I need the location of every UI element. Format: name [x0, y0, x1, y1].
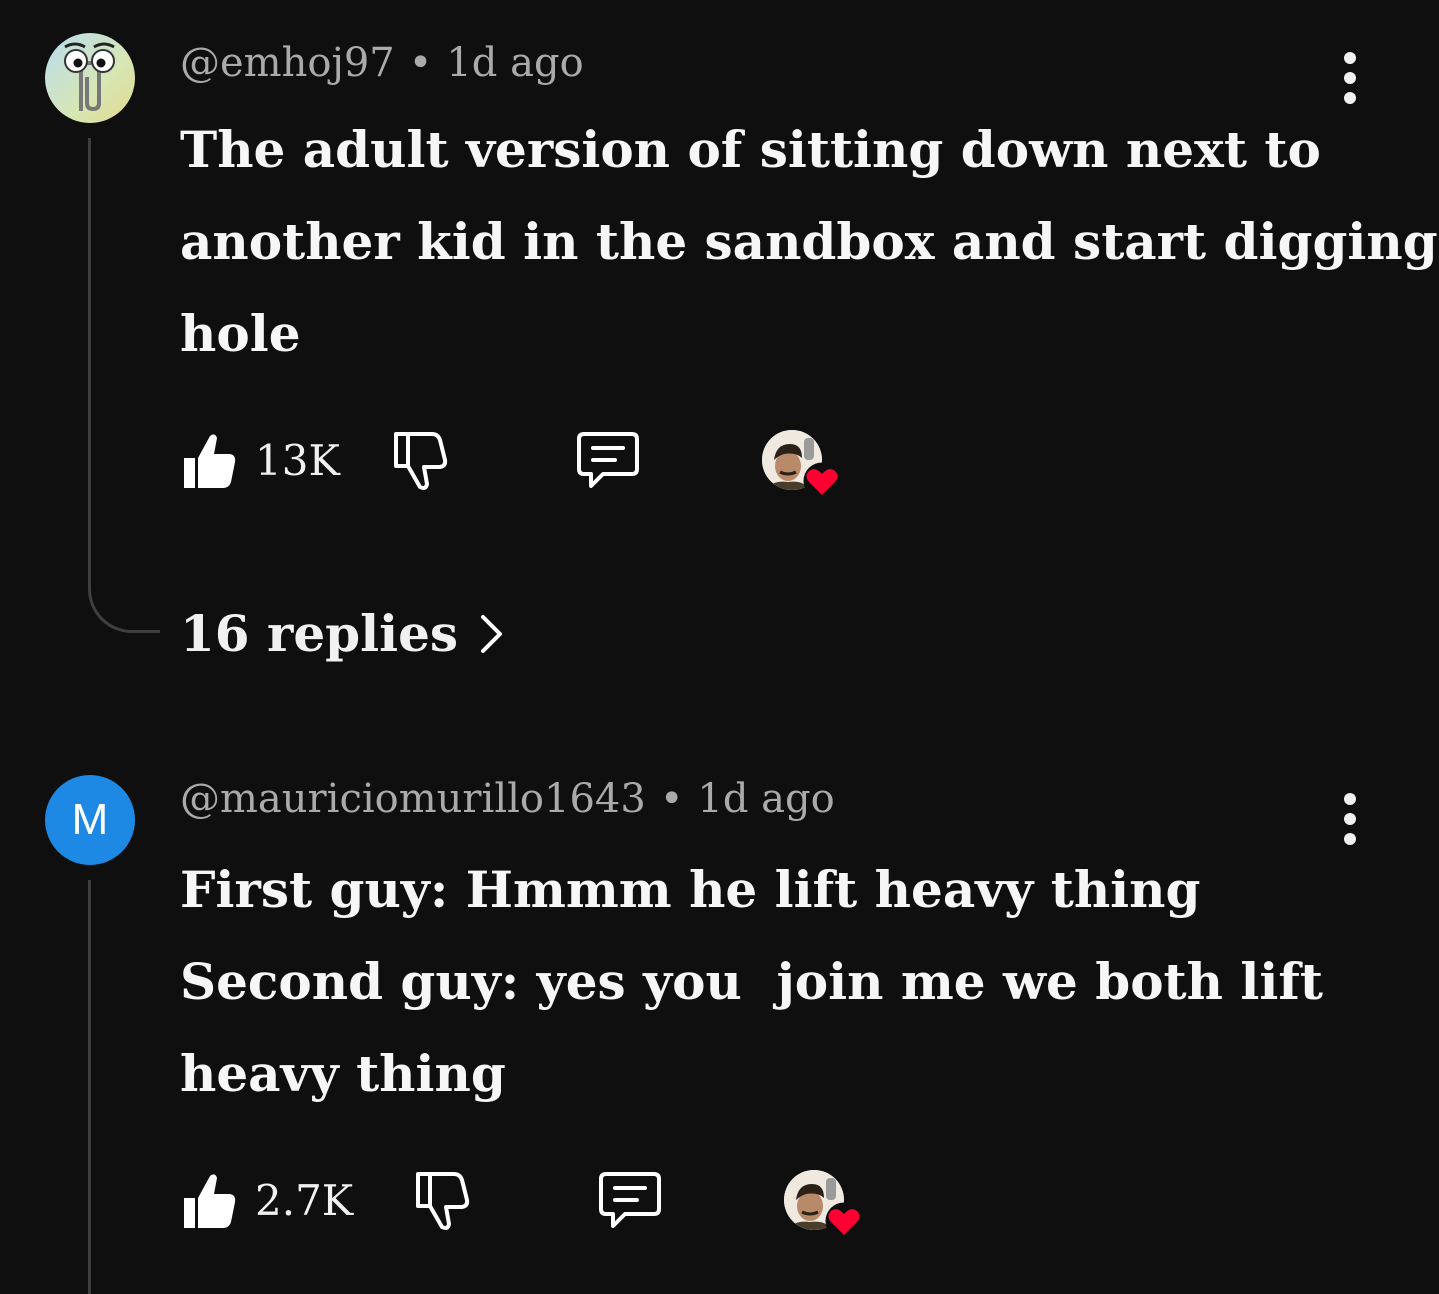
comment-line: First guy: Hmmm he lift heavy thing — [180, 860, 1201, 919]
avatar-letter: M — [71, 795, 109, 844]
comment-meta: @emhoj97 • 1d ago — [180, 40, 584, 86]
thread-line — [88, 880, 91, 1294]
replies-label: 16 replies — [180, 604, 459, 663]
comment-time: 1d ago — [446, 40, 584, 86]
creator-heart-badge — [760, 428, 841, 500]
user-avatar[interactable]: M — [45, 775, 135, 865]
comment-bubble-icon — [599, 1172, 661, 1228]
comment-line: Second guy: yes you join me we both lift — [180, 952, 1323, 1011]
like-count: 13K — [255, 435, 340, 485]
like-count: 2.7K — [255, 1175, 354, 1225]
comment-time: 1d ago — [697, 776, 835, 822]
separator-dot: • — [408, 40, 433, 86]
like-button[interactable] — [180, 428, 238, 492]
like-count-wrap: 2.7K — [255, 1168, 353, 1232]
author-handle[interactable]: @mauriciomurillo1643 — [180, 776, 646, 822]
comment-line: hole — [180, 304, 301, 363]
comment-text: The adult version of sitting down next t… — [180, 104, 1439, 380]
like-count-wrap: 13K — [255, 428, 340, 492]
view-replies-button[interactable]: 16 replies — [180, 604, 506, 663]
comment-line: heavy thing — [180, 1044, 506, 1103]
separator-dot: • — [659, 776, 684, 822]
thumbs-down-outline-icon — [416, 1172, 470, 1230]
dislike-button[interactable] — [412, 1168, 472, 1232]
thread-connector — [88, 585, 160, 633]
more-options-button[interactable] — [1322, 787, 1378, 851]
clippy-avatar-icon — [64, 42, 115, 112]
comment-text: First guy: Hmmm he lift heavy thing Seco… — [180, 844, 1370, 1120]
user-avatar[interactable] — [45, 33, 135, 123]
more-options-button[interactable] — [1322, 46, 1378, 110]
thumbs-down-outline-icon — [394, 432, 448, 490]
chevron-right-icon — [481, 614, 503, 653]
kebab-menu-icon — [1344, 52, 1356, 64]
comment-actions: 2.7K — [180, 1168, 880, 1240]
reply-button[interactable] — [575, 428, 641, 492]
comment-line: The adult version of sitting down next t… — [180, 120, 1321, 179]
creator-heart-icon — [825, 1202, 863, 1240]
comment-bubble-icon — [577, 432, 639, 488]
comment-meta: @mauriciomurillo1643 • 1d ago — [180, 776, 835, 822]
thumbs-up-filled-icon — [184, 1174, 236, 1228]
like-button[interactable] — [180, 1168, 238, 1232]
thumbs-up-filled-icon — [184, 434, 236, 488]
creator-heart-icon — [803, 462, 841, 500]
thread-line — [88, 138, 91, 585]
comment-actions: 13K — [180, 428, 880, 500]
comment-line: another kid in the sandbox and start dig… — [180, 212, 1439, 271]
reply-button[interactable] — [597, 1168, 663, 1232]
kebab-menu-icon — [1344, 793, 1356, 805]
dislike-button[interactable] — [390, 428, 450, 492]
creator-heart-badge — [782, 1168, 863, 1240]
author-handle[interactable]: @emhoj97 — [180, 40, 395, 86]
